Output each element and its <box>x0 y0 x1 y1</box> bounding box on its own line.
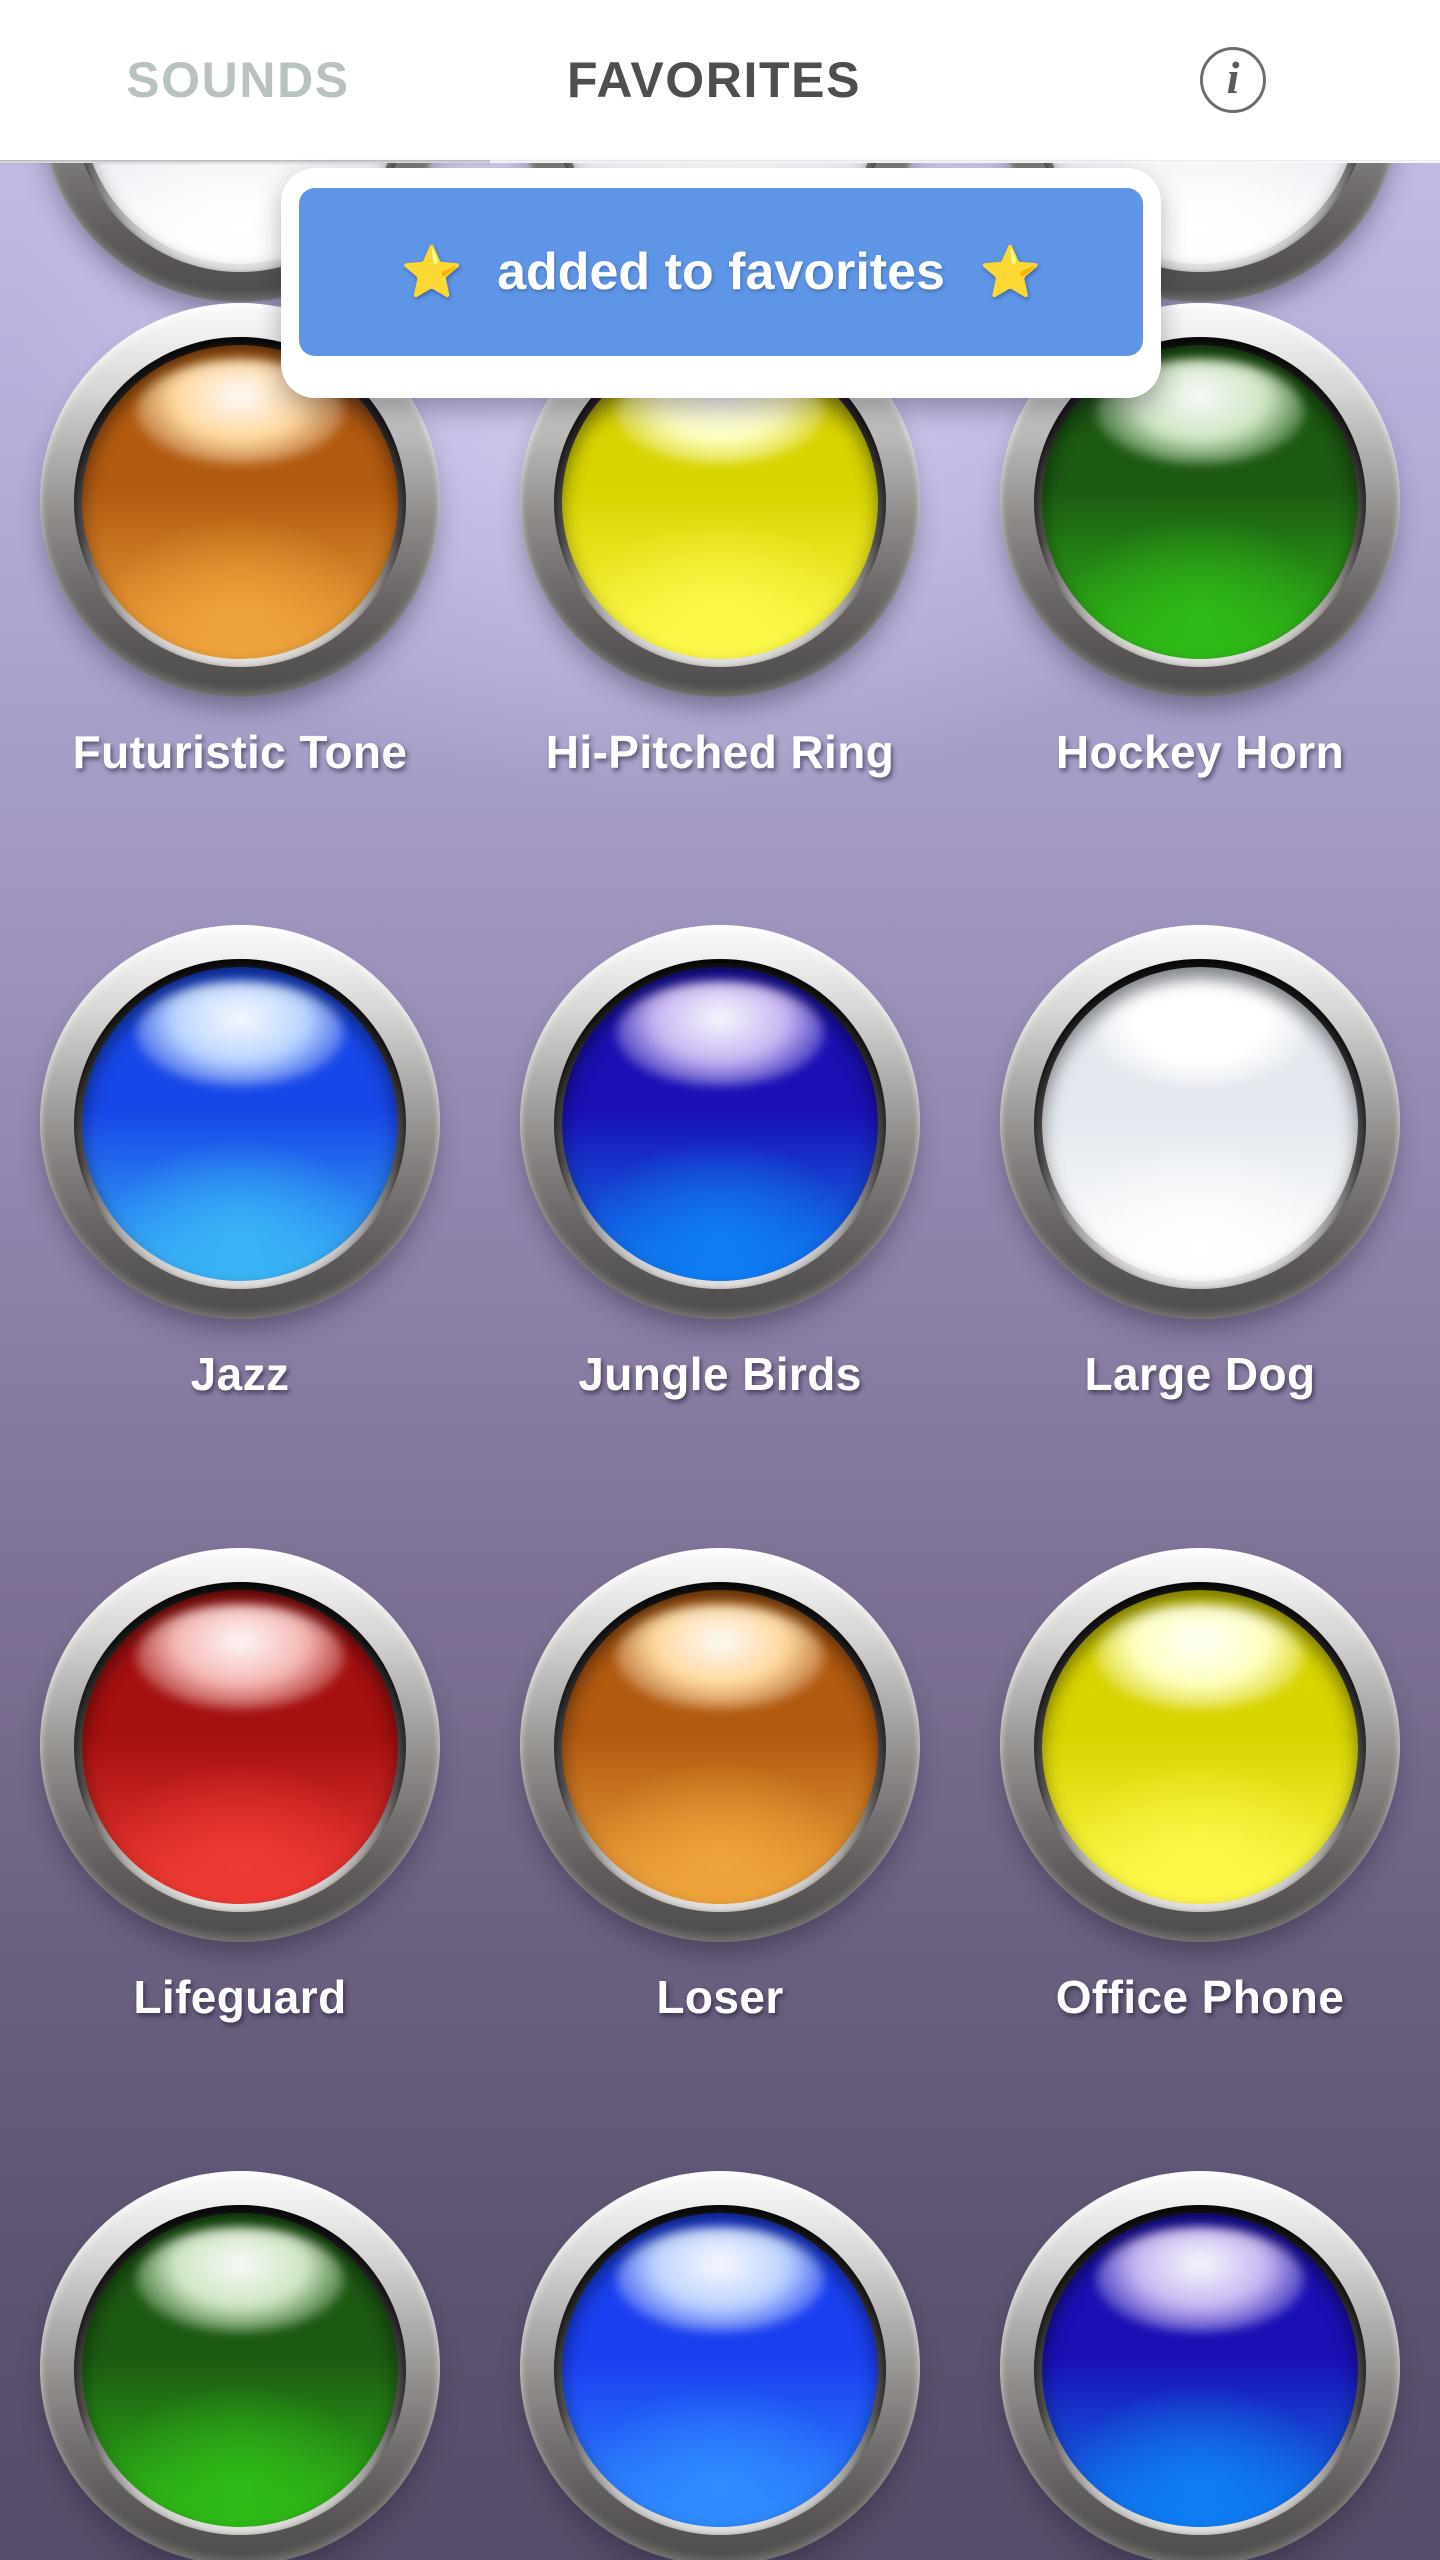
sound-button-cell[interactable]: Jazz <box>0 925 480 1401</box>
tab-sounds[interactable]: SOUNDS <box>0 0 476 160</box>
dome-shading <box>1042 967 1358 1281</box>
sound-button[interactable] <box>515 925 925 1325</box>
dome-shading <box>1042 2213 1358 2527</box>
toast-message: added to favorites <box>497 243 945 301</box>
sound-button-label: Office Phone <box>1055 1971 1345 2023</box>
button-dome <box>562 1590 878 1904</box>
sound-button-label: Futuristic Tone <box>72 726 408 778</box>
dome-shading <box>82 1590 398 1904</box>
sound-button[interactable] <box>35 1548 445 1948</box>
sound-button-label: Jazz <box>190 1348 290 1400</box>
tab-bar: SOUNDS FAVORITES i <box>0 0 1440 160</box>
button-dome <box>562 967 878 1281</box>
sound-button-label: Lifeguard <box>133 1971 347 2023</box>
dome-shading <box>82 2213 398 2527</box>
button-dome <box>562 2213 878 2527</box>
sound-button[interactable] <box>35 2171 445 2560</box>
sound-button-label: Jungle Birds <box>578 1348 862 1400</box>
button-dome <box>1042 967 1358 1281</box>
sound-button[interactable] <box>995 1548 1405 1948</box>
sound-button[interactable] <box>995 925 1405 1325</box>
tab-favorites[interactable]: FAVORITES <box>476 0 952 160</box>
button-dome <box>1042 1590 1358 1904</box>
dome-shading <box>562 1590 878 1904</box>
sound-button[interactable] <box>515 1548 925 1948</box>
sound-button[interactable] <box>995 2171 1405 2560</box>
sound-button-label: Large Dog <box>1084 1348 1316 1400</box>
header-divider-accent <box>0 160 490 165</box>
dome-shading <box>82 967 398 1281</box>
toast-added-to-favorites[interactable]: ⭐ added to favorites ⭐ <box>299 188 1143 356</box>
sound-button-cell[interactable] <box>0 2171 480 2560</box>
button-dome <box>82 2213 398 2527</box>
sound-button-cell[interactable]: Loser <box>480 1548 960 2024</box>
button-dome <box>82 1590 398 1904</box>
star-icon-right: ⭐ <box>978 244 1042 300</box>
info-icon-glyph: i <box>1226 52 1240 103</box>
button-dome <box>82 967 398 1281</box>
sound-button-label: Loser <box>656 1971 784 2023</box>
info-button[interactable]: i <box>1108 0 1358 160</box>
info-icon: i <box>1200 47 1266 113</box>
sound-button-cell[interactable]: Lifeguard <box>0 1548 480 2024</box>
dome-shading <box>562 2213 878 2527</box>
sound-button-cell[interactable] <box>960 2171 1440 2560</box>
tab-favorites-label: FAVORITES <box>566 52 862 108</box>
star-icon-left: ⭐ <box>400 244 464 300</box>
sound-button-label: Hi-Pitched Ring <box>545 726 895 778</box>
app-root: SOUNDS FAVORITES i Futuristic Tone Hi-Pit… <box>0 0 1440 2560</box>
sound-button-cell[interactable]: Office Phone <box>960 1548 1440 2024</box>
tab-sounds-label: SOUNDS <box>126 52 350 108</box>
button-dome <box>1042 2213 1358 2527</box>
dome-shading <box>1042 1590 1358 1904</box>
sound-button-label: Hockey Horn <box>1055 726 1345 778</box>
sound-button[interactable] <box>515 2171 925 2560</box>
sound-button-cell[interactable]: Jungle Birds <box>480 925 960 1401</box>
sound-button[interactable] <box>35 925 445 1325</box>
dome-shading <box>562 967 878 1281</box>
sound-button-cell[interactable] <box>480 2171 960 2560</box>
sound-button-cell[interactable]: Large Dog <box>960 925 1440 1401</box>
sound-board[interactable]: Futuristic Tone Hi-Pitched Ring Hockey Hor… <box>0 163 1440 2560</box>
